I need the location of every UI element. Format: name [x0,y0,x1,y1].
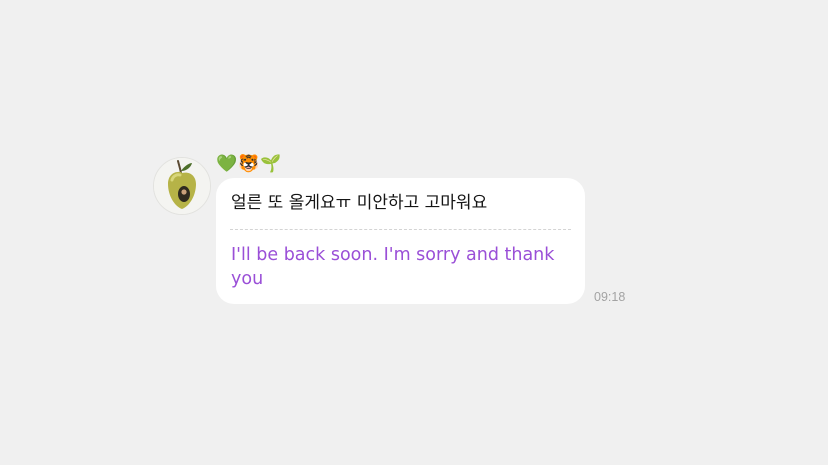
translation-divider [230,229,571,230]
message-bubble[interactable]: 얼른 또 올게요ㅠ 미안하고 고마워요 I'll be back soon. I… [216,178,585,304]
message-timestamp: 09:18 [594,290,626,304]
original-message-text: 얼른 또 올게요ㅠ 미안하고 고마워요 [231,193,488,213]
translated-message-text: I'll be back soon. I'm sorry and thank y… [231,245,555,289]
sender-name: 💚🐯🌱 [216,154,283,174]
avatar[interactable] [153,157,211,215]
apple-avatar-icon [154,158,210,214]
